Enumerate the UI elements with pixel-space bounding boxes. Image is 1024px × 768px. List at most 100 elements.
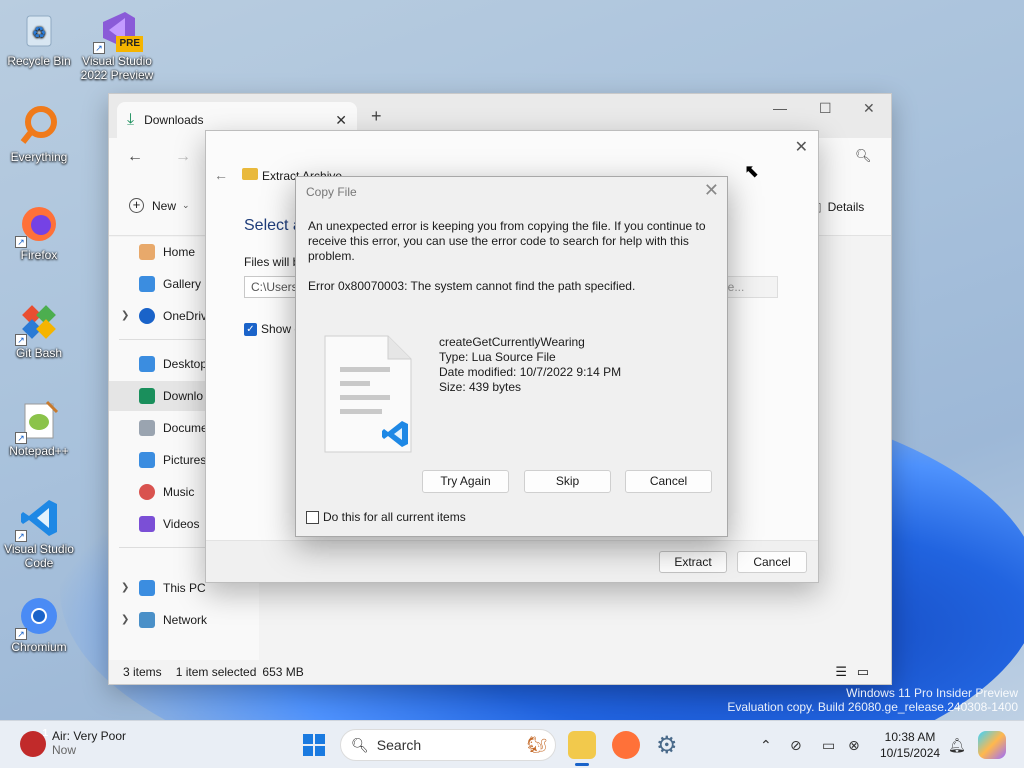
music-icon bbox=[139, 484, 155, 500]
weather-title: Air: Very Poor bbox=[52, 729, 127, 743]
desktop-icon-vscode[interactable]: ↗ Visual Studio Code bbox=[0, 496, 78, 570]
dialog-close-icon[interactable]: ✕ bbox=[704, 180, 719, 201]
shortcut-arrow-icon: ↗ bbox=[15, 236, 27, 248]
firefox-icon: ↗ bbox=[15, 202, 61, 248]
shortcut-arrow-icon: ↗ bbox=[15, 334, 27, 346]
notepad-plus-plus-icon: ↗ bbox=[15, 398, 61, 444]
back-arrow-icon[interactable]: ← bbox=[127, 148, 143, 166]
shortcut-arrow-icon: ↗ bbox=[93, 42, 105, 54]
vscode-icon: ↗ bbox=[15, 496, 61, 542]
volume-muted-icon[interactable]: ⊗ bbox=[848, 737, 860, 754]
taskbar-search-box[interactable]: 🔍︎ Search 🐿︎ bbox=[340, 729, 556, 761]
search-icon: 🔍︎ bbox=[351, 736, 369, 753]
everything-search-icon bbox=[17, 104, 61, 148]
desktop-icon-git-bash[interactable]: ↗ Git Bash bbox=[0, 300, 78, 360]
destination-label: Files will b bbox=[244, 255, 300, 269]
settings-taskbar-icon[interactable]: ⚙ bbox=[656, 731, 684, 759]
copilot-icon[interactable] bbox=[978, 731, 1006, 759]
recycle-bin-icon: ♻ bbox=[17, 8, 61, 52]
tiles-view-icon[interactable]: ▭ bbox=[857, 664, 869, 680]
dialog-footer: Extract Cancel bbox=[206, 540, 818, 582]
search-highlight-icon: 🐿︎ bbox=[526, 737, 547, 754]
file-modified: Date modified: 10/7/2022 9:14 PM bbox=[439, 365, 622, 379]
shortcut-arrow-icon: ↗ bbox=[15, 432, 27, 444]
search-icon[interactable]: 🔍︎ bbox=[855, 148, 872, 164]
plus-circle-icon: + bbox=[129, 198, 144, 213]
file-explorer-taskbar-icon[interactable] bbox=[568, 731, 596, 759]
forward-arrow-icon[interactable]: → bbox=[175, 148, 191, 166]
weather-subtitle: Now bbox=[52, 743, 77, 757]
document-icon bbox=[139, 420, 155, 436]
firefox-taskbar-icon[interactable] bbox=[612, 731, 640, 759]
shortcut-arrow-icon: ↗ bbox=[15, 628, 27, 640]
active-app-indicator bbox=[575, 763, 589, 766]
dialog-heading: Select a bbox=[244, 217, 302, 234]
air-quality-icon: 1 bbox=[20, 728, 48, 757]
maximize-icon[interactable]: ☐ bbox=[819, 100, 832, 117]
pre-badge: PRE bbox=[116, 36, 143, 52]
lua-file-icon bbox=[324, 335, 412, 453]
windows-logo-icon bbox=[303, 734, 325, 756]
try-again-button[interactable]: Try Again bbox=[422, 470, 509, 493]
tab-title: Downloads bbox=[144, 113, 204, 127]
desktop-icon-recycle-bin[interactable]: ♻ Recycle Bin bbox=[0, 8, 78, 68]
status-bar: 3 items 1 item selected 653 MB ☰ ▭ bbox=[109, 660, 891, 684]
file-details: createGetCurrentlyWearing Type: Lua Sour… bbox=[439, 335, 621, 395]
tab-close-icon[interactable]: ✕ bbox=[335, 112, 347, 129]
extract-cancel-button[interactable]: Cancel bbox=[737, 551, 807, 573]
copy-file-error-dialog: Copy File ✕ An unexpected error is keepi… bbox=[295, 176, 728, 537]
desktop-icon-chromium[interactable]: ↗ Chromium bbox=[0, 594, 78, 654]
file-type: Type: Lua Source File bbox=[439, 350, 556, 364]
picture-icon bbox=[139, 452, 155, 468]
checkbox-checked-icon: ✓ bbox=[244, 322, 257, 336]
desktop-icon-notepad-plus-plus[interactable]: ↗ Notepad++ bbox=[0, 398, 78, 458]
download-arrow-icon: ⤓ bbox=[127, 111, 135, 128]
new-tab-icon[interactable]: + bbox=[371, 106, 382, 127]
desktop-icon-everything[interactable]: Everything bbox=[0, 104, 78, 164]
show-extracted-checkbox[interactable]: ✓ Show e bbox=[244, 322, 301, 336]
error-code: Error 0x80070003: The system cannot find… bbox=[308, 279, 636, 293]
display-icon[interactable]: ▭ bbox=[822, 737, 835, 754]
cloud-icon bbox=[139, 308, 155, 324]
do-this-for-all-checkbox[interactable]: Do this for all current items bbox=[306, 510, 466, 524]
git-bash-icon: ↗ bbox=[15, 300, 61, 346]
start-button[interactable] bbox=[300, 731, 328, 759]
dialog-caption: Copy File bbox=[306, 185, 357, 199]
status-selected: 1 item selected bbox=[175, 665, 257, 679]
minimize-icon[interactable]: — bbox=[773, 100, 787, 116]
desktop-icon-visual-studio-preview[interactable]: PRE ↗ Visual Studio 2022 Preview bbox=[78, 8, 156, 82]
gear-icon: ⚙ bbox=[656, 732, 678, 759]
video-icon bbox=[139, 516, 155, 532]
file-size: Size: 439 bytes bbox=[439, 380, 522, 394]
details-button[interactable]: ▯ Details bbox=[815, 200, 864, 214]
weather-widget[interactable]: 1 Air: Very Poor Now bbox=[20, 728, 127, 757]
computer-icon bbox=[139, 580, 155, 596]
window-close-icon[interactable]: ✕ bbox=[863, 100, 875, 117]
chromium-icon: ↗ bbox=[15, 594, 61, 640]
status-item-count: 3 items bbox=[123, 665, 162, 679]
notification-bell-icon[interactable]: 🔔︎ bbox=[948, 737, 966, 754]
back-arrow-icon[interactable]: ← bbox=[214, 167, 228, 183]
dialog-close-icon[interactable]: ✕ bbox=[795, 137, 808, 157]
gallery-icon bbox=[139, 276, 155, 292]
status-size: 653 MB bbox=[262, 665, 304, 679]
details-view-icon[interactable]: ☰ bbox=[835, 664, 847, 680]
skip-button[interactable]: Skip bbox=[524, 470, 611, 493]
sidebar-item-network[interactable]: Network bbox=[109, 605, 259, 635]
desktop-icon bbox=[139, 356, 155, 372]
visual-studio-icon: PRE ↗ bbox=[93, 8, 143, 54]
error-message: An unexpected error is keeping you from … bbox=[308, 219, 706, 263]
new-button[interactable]: + New ⌄ bbox=[129, 198, 190, 213]
chevron-up-icon[interactable]: ⌃ bbox=[760, 737, 772, 754]
system-clock[interactable]: 10:38 AM 10/15/2024 bbox=[880, 729, 940, 761]
zip-folder-icon bbox=[242, 168, 258, 180]
download-icon bbox=[139, 388, 155, 404]
mouse-cursor-icon: ⬉ bbox=[744, 161, 760, 181]
desktop-icon-firefox[interactable]: ↗ Firefox bbox=[0, 202, 78, 262]
taskbar: 1 Air: Very Poor Now 🔍︎ Search 🐿︎ ⚙ ⌃ ⊘ … bbox=[0, 720, 1024, 768]
evaluation-watermark: Windows 11 Pro Insider Preview Evaluatio… bbox=[727, 686, 1018, 714]
cancel-button[interactable]: Cancel bbox=[625, 470, 712, 493]
file-name: createGetCurrentlyWearing bbox=[439, 335, 585, 349]
network-disconnected-icon[interactable]: ⊘ bbox=[790, 737, 802, 754]
extract-button[interactable]: Extract bbox=[659, 551, 727, 573]
